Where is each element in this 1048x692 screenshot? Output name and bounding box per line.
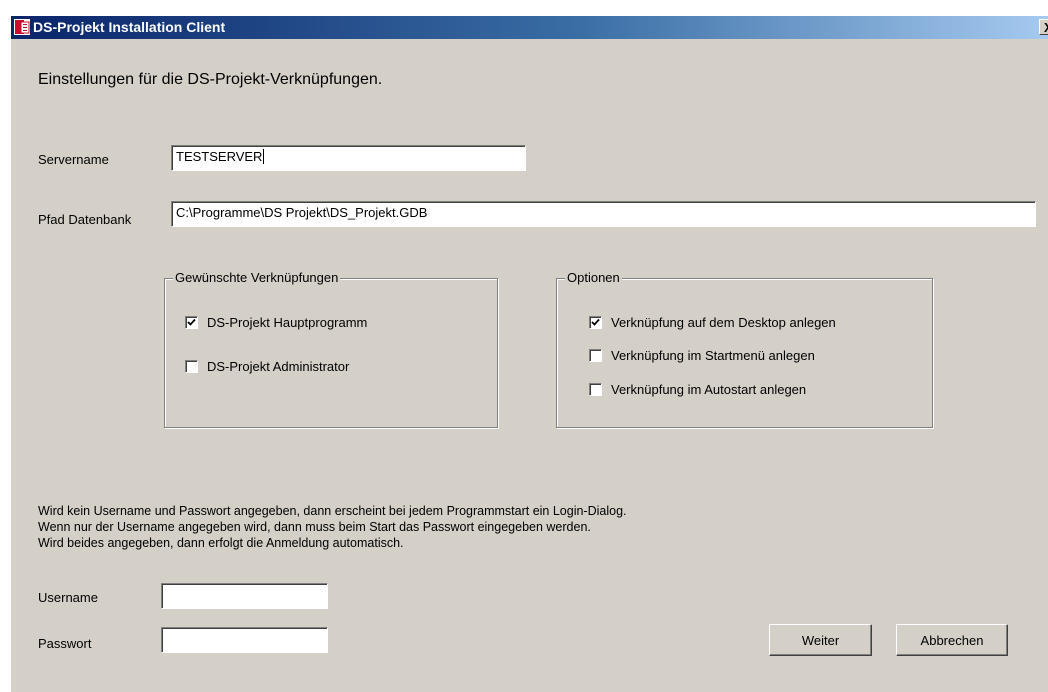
checkbox-main-program-label: DS-Projekt Hauptprogramm (207, 315, 368, 330)
database-path-input[interactable]: C:\Programme\DS Projekt\DS_Projekt.GDB (171, 201, 1036, 227)
app-icon (14, 19, 30, 35)
window-title: DS-Projekt Installation Client (33, 19, 226, 35)
checkbox-startmenu-shortcut[interactable]: Verknüpfung im Startmenü anlegen (589, 348, 815, 363)
checkbox-desktop-shortcut[interactable]: Verknüpfung auf dem Desktop anlegen (589, 315, 836, 330)
checkbox-administrator-label: DS-Projekt Administrator (207, 359, 350, 374)
username-label: Username (38, 590, 98, 605)
checkbox-desktop-shortcut-box[interactable] (589, 316, 602, 329)
checkbox-main-program[interactable]: DS-Projekt Hauptprogramm (185, 315, 367, 330)
checkbox-main-program-box[interactable] (185, 316, 198, 329)
next-button[interactable]: Weiter (769, 624, 872, 656)
info-line-3: Wird beides angegeben, dann erfolgt die … (38, 536, 404, 550)
info-line-2: Wenn nur der Username angegeben wird, da… (38, 520, 591, 534)
password-input[interactable] (161, 627, 328, 653)
checkbox-administrator[interactable]: DS-Projekt Administrator (185, 359, 349, 374)
servername-value: TESTSERVER (176, 149, 263, 164)
close-button[interactable]: X (1039, 19, 1048, 35)
checkbox-startmenu-shortcut-label: Verknüpfung im Startmenü anlegen (611, 348, 815, 363)
options-legend: Optionen (565, 270, 622, 285)
servername-input[interactable]: TESTSERVER (171, 145, 526, 171)
checkbox-administrator-box[interactable] (185, 360, 198, 373)
check-icon (187, 318, 196, 326)
checkbox-autostart-shortcut-box[interactable] (589, 383, 602, 396)
checkbox-autostart-shortcut-label: Verknüpfung im Autostart anlegen (611, 382, 807, 397)
database-path-value: C:\Programme\DS Projekt\DS_Projekt.GDB (176, 205, 428, 220)
check-icon (591, 318, 600, 326)
installer-window: DS-Projekt Installation Client X Einstel… (10, 16, 1048, 692)
password-label: Passwort (38, 636, 92, 651)
shortcuts-legend: Gewünschte Verknüpfungen (173, 270, 341, 285)
title-bar[interactable]: DS-Projekt Installation Client X (11, 16, 1048, 39)
username-input[interactable] (161, 583, 328, 609)
checkbox-startmenu-shortcut-box[interactable] (589, 349, 602, 362)
text-caret (263, 149, 265, 164)
servername-label: Servername (38, 152, 109, 167)
shortcuts-groupbox: Gewünschte Verknüpfungen (164, 270, 498, 428)
checkbox-autostart-shortcut[interactable]: Verknüpfung im Autostart anlegen (589, 382, 806, 397)
cancel-button[interactable]: Abbrechen (896, 624, 1008, 656)
database-path-label: Pfad Datenbank (38, 212, 132, 227)
checkbox-desktop-shortcut-label: Verknüpfung auf dem Desktop anlegen (611, 315, 836, 330)
page-heading: Einstellungen für die DS-Projekt-Verknüp… (38, 71, 383, 88)
info-line-1: Wird kein Username und Passwort angegebe… (38, 504, 627, 518)
